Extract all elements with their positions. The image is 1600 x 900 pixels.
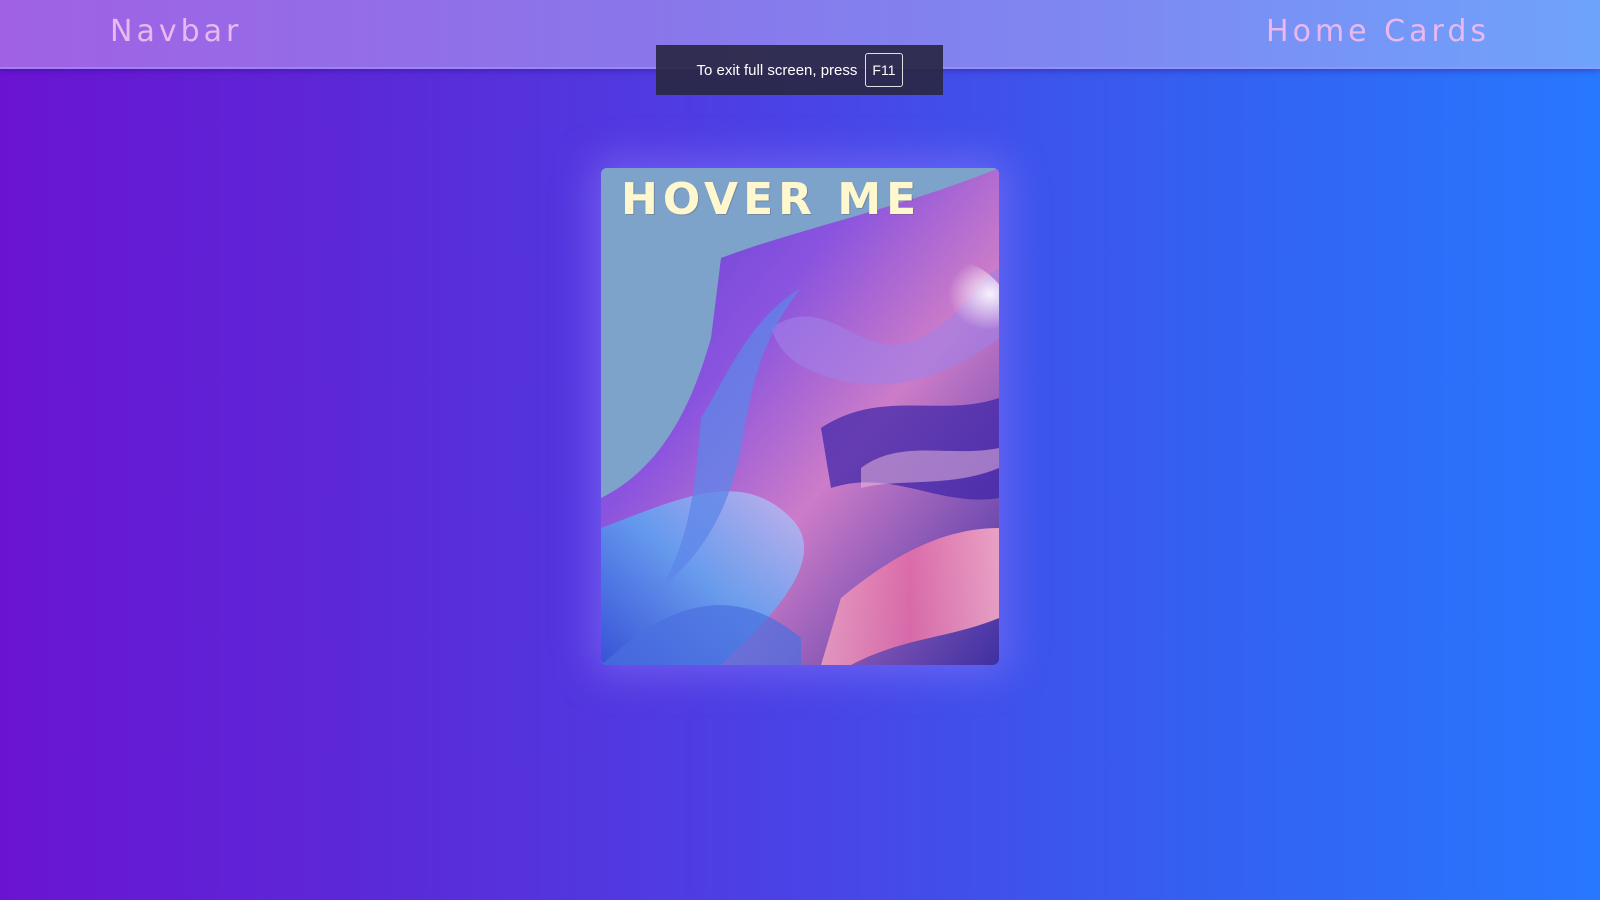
- navbar-brand[interactable]: Navbar: [110, 14, 242, 49]
- toast-key-badge: F11: [865, 53, 903, 87]
- card-title: HOVER ME: [621, 174, 922, 225]
- hover-card[interactable]: HOVER ME: [601, 168, 999, 665]
- card-image: [601, 168, 999, 665]
- fullscreen-exit-toast: To exit full screen, press F11: [656, 45, 943, 95]
- toast-message: To exit full screen, press: [696, 61, 858, 79]
- home-cards-link[interactable]: Home Cards: [1266, 14, 1490, 49]
